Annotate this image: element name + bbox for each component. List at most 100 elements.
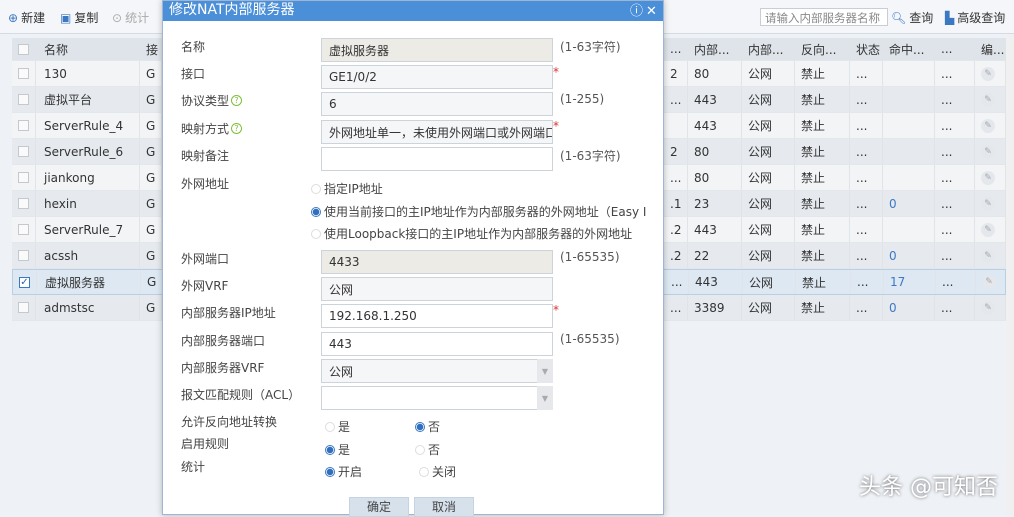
label-ext_vrf: 外网VRF [181, 279, 229, 293]
radio-loopback-ip[interactable]: 使用Loopback接口的主IP地址作为内部服务器的外网地址 [311, 225, 632, 242]
edit-icon[interactable]: ✎ [981, 92, 995, 107]
note-field[interactable] [321, 147, 553, 171]
column-header[interactable]: 内部... [688, 38, 742, 60]
cell-partial: ... [670, 170, 682, 185]
radio-current-interface-ip[interactable]: 使用当前接口的主IP地址作为内部服务器的外网地址（Easy I [311, 203, 646, 220]
radio-icon [311, 206, 321, 217]
column-header[interactable]: 编... [975, 38, 1006, 60]
close-icon[interactable]: ✕ [646, 3, 657, 21]
help-icon[interactable]: ⓘ [630, 3, 643, 21]
cell-more: ... [941, 144, 953, 159]
query-button[interactable]: 🔍︎ 查询 [891, 9, 933, 26]
new-button[interactable]: ⊕ 新建 [8, 9, 45, 26]
column-header[interactable]: 命中... [883, 38, 935, 60]
cell-more: ... [941, 66, 953, 81]
internal-port-field[interactable]: 443 [321, 332, 553, 356]
cell-status: ... [856, 248, 868, 263]
edit-icon[interactable]: ✎ [981, 144, 995, 159]
edit-nat-server-dialog: 修改NAT内部服务器 ⓘ ✕ 名称 虚拟服务器 (1-63字符) 接口 GE1/0/2 *… [162, 0, 664, 517]
row-checkbox[interactable] [18, 250, 29, 261]
cell-partial: 2 [670, 66, 678, 81]
name-field[interactable]: 虚拟服务器 [321, 38, 553, 62]
stats-button[interactable]: ⊙ 统计 [112, 9, 149, 26]
edit-icon[interactable]: ✎ [981, 118, 995, 133]
row-checkbox[interactable] [18, 120, 29, 131]
row-checkbox[interactable] [18, 146, 29, 157]
edit-icon[interactable]: ✎ [982, 275, 996, 289]
cell-vrf: 公网 [748, 197, 773, 211]
column-header[interactable]: 接 [140, 38, 162, 60]
edit-icon[interactable]: ✎ [981, 222, 995, 237]
radio-reverse-no[interactable]: 否 [415, 418, 440, 435]
acl-select[interactable] [321, 386, 553, 410]
radio-reverse-yes[interactable]: 是 [325, 418, 350, 435]
cancel-button[interactable]: 取消 [414, 497, 474, 517]
ok-button[interactable]: 确定 [349, 497, 409, 517]
external-port-field[interactable]: 4433 [321, 250, 553, 274]
radio-icon [415, 421, 425, 432]
edit-icon[interactable]: ✎ [981, 248, 995, 263]
cell-reverse: 禁止 [801, 197, 826, 211]
radio-specify-ip[interactable]: 指定IP地址 [311, 180, 383, 197]
cell-status: ... [856, 222, 868, 237]
column-header[interactable]: 状态 [850, 38, 883, 60]
help-icon[interactable]: ? [231, 123, 243, 134]
advanced-search-icon: ▙ [945, 10, 955, 25]
column-header[interactable]: 反向... [795, 38, 850, 60]
help-icon[interactable]: ? [231, 95, 243, 106]
copy-button[interactable]: ▣ 复制 [60, 9, 98, 26]
label-iface: 接口 [181, 67, 206, 81]
interface-field[interactable]: GE1/0/2 [321, 65, 553, 89]
chevron-down-icon[interactable]: ▼ [537, 359, 553, 383]
cell-reverse: 禁止 [801, 249, 826, 263]
label-stats: 统计 [181, 460, 206, 474]
column-header[interactable]: ... [935, 38, 975, 60]
column-header[interactable]: ... [664, 38, 688, 60]
cell-port: 80 [694, 66, 710, 81]
cell-port: 80 [694, 170, 710, 185]
label-enable: 启用规则 [181, 437, 230, 451]
search-input[interactable]: 请输入内部服务器名称 [760, 8, 888, 26]
scrollbar[interactable] [1006, 34, 1014, 515]
cell-name: ServerRule_4 [44, 118, 124, 133]
cell-port: 443 [695, 275, 718, 289]
column-header[interactable]: 内部... [742, 38, 795, 60]
internal-ip-field[interactable]: 192.168.1.250 [321, 304, 553, 328]
cell-name: ServerRule_7 [44, 222, 124, 237]
cell-more: ... [941, 118, 953, 133]
radio-stats-on[interactable]: 开启 [325, 463, 362, 480]
chevron-down-icon[interactable]: ▼ [537, 386, 553, 410]
search-icon: 🔍︎ [891, 10, 907, 25]
radio-enable-no[interactable]: 否 [415, 441, 440, 458]
advanced-query-button[interactable]: ▙ 高级查询 [945, 9, 1005, 26]
edit-icon[interactable]: ✎ [981, 300, 995, 315]
row-checkbox[interactable] [18, 198, 29, 209]
internal-vrf-select[interactable]: 公网 [321, 359, 553, 383]
row-checkbox[interactable]: ✓ [19, 276, 30, 288]
row-checkbox[interactable] [18, 302, 29, 313]
edit-icon[interactable]: ✎ [981, 66, 995, 81]
cell-name: admstsc [44, 300, 95, 315]
radio-stats-off[interactable]: 关闭 [419, 463, 456, 480]
cell-status: ... [856, 300, 868, 315]
hint-in_port: (1-65535) [560, 332, 620, 346]
cell-more: ... [942, 275, 954, 289]
column-header[interactable]: 名称 [38, 38, 140, 60]
row-checkbox[interactable] [18, 94, 29, 105]
row-checkbox[interactable] [18, 172, 29, 183]
external-vrf-field[interactable]: 公网 [321, 277, 553, 301]
edit-icon[interactable]: ✎ [981, 196, 995, 211]
hint-proto: (1-255) [560, 92, 605, 106]
radio-enable-yes[interactable]: 是 [325, 441, 350, 458]
edit-icon[interactable]: ✎ [981, 170, 995, 185]
select-all-checkbox[interactable] [18, 43, 29, 55]
protocol-field[interactable]: 6 [321, 92, 553, 116]
cell-port: 23 [694, 196, 710, 211]
row-checkbox[interactable] [18, 224, 29, 235]
cell-partial: ... [671, 275, 683, 289]
cell-more: ... [941, 222, 953, 237]
cell-reverse: 禁止 [801, 67, 826, 81]
label-ext_port: 外网端口 [181, 252, 230, 266]
mapping-select[interactable]: 外网地址单一，未使用外网端口或外网端口 [321, 120, 553, 144]
row-checkbox[interactable] [18, 68, 29, 79]
